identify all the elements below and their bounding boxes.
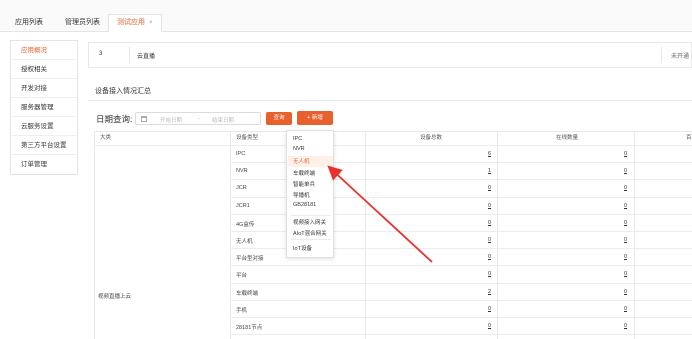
tab-admin-list[interactable]: 管理员列表 [56,14,109,32]
cell-online-link[interactable]: 0 [624,306,627,312]
device-type-dropdown: IPC NVR 无人机车载终端智能单兵导播机 GB28181 视频接入网关 AIoT混合网… [286,130,334,258]
divider [88,100,692,101]
dropdown-item[interactable]: IPC [293,136,302,142]
divider [291,215,331,216]
header-divider [94,145,692,146]
cell-total-link[interactable]: 0 [488,254,491,260]
cell-online-link[interactable]: 0 [624,168,627,174]
row-divider [230,317,692,318]
cell-total-link[interactable]: 0 [488,323,491,329]
cell-online-link[interactable]: 0 [624,203,627,209]
cell-online-link[interactable]: 0 [624,271,627,277]
dropdown-item[interactable]: 无人机 [293,157,310,165]
cell-device-type: NVR [236,168,248,175]
tab-label: 管理员列表 [65,19,100,26]
category-cell: 视频直播上云 [98,294,132,300]
cell-total-link[interactable]: 0 [488,185,491,191]
cell-total-link[interactable]: 0 [488,220,491,226]
tab-label: 测试应用 [117,19,145,26]
dropdown-item[interactable]: 视频接入网关 [293,218,326,226]
cell-total-link[interactable]: 0 [488,306,491,312]
divider [661,47,662,63]
divider [291,239,331,240]
row-divider [230,334,692,336]
section-title: 设备接入情况汇总 [95,88,151,95]
sidebar-item-auth[interactable]: 授权相关 [11,60,77,79]
header-total: 设备总数 [420,135,443,141]
cell-online-link[interactable]: 0 [624,151,627,157]
cell-total-link[interactable]: 2 [488,289,491,295]
table-border [94,131,95,339]
tab-test-app[interactable]: 测试应用 × [108,14,162,32]
cell-online-link[interactable]: 0 [624,254,627,260]
start-date-input[interactable]: 开始日期 [160,116,182,124]
cell-device-type: 平台 [236,273,248,280]
sidebar: 应用概况 授权相关 开发对接 服务器管理 云服务设置 第三方平台设置 订单管理 [10,40,78,175]
cell-device-type: JCR [236,185,247,192]
header-more: 百 [686,135,692,141]
end-date-input[interactable]: 结束日期 [212,116,234,124]
header-category: 大类 [100,135,112,141]
row-index: 3 [99,51,103,57]
cell-online-link[interactable]: 0 [624,289,627,295]
service-name: 云直播 [137,54,156,60]
tab-bar: 应用列表 管理员列表 测试应用 × [0,0,692,32]
dropdown-item[interactable]: 导播机 [293,191,310,199]
divider [129,47,130,63]
add-button[interactable]: + 新增 [297,111,333,125]
query-button[interactable]: 查询 [266,112,292,125]
sidebar-item-server[interactable]: 服务器管理 [11,98,77,117]
date-query-label: 日期查询: [96,114,133,124]
calendar-icon [141,116,147,122]
sidebar-item-third-party[interactable]: 第三方平台设置 [11,136,77,155]
dropdown-item[interactable]: 智能单兵 [293,180,315,188]
cell-online-link[interactable]: 0 [624,323,627,329]
cell-device-type: 车载终端 [236,290,259,297]
range-separator: - [198,116,200,122]
dropdown-item[interactable]: GB28181 [293,202,316,208]
service-row: 3 云直播 未开通 [88,42,692,68]
row-divider [230,282,692,284]
row-divider [230,265,692,267]
sidebar-item-cloud[interactable]: 云服务设置 [11,117,77,136]
row-divider [230,299,692,301]
cell-device-type: 无人机 [236,239,253,245]
cell-device-type: JCR1 [236,202,250,209]
dropdown-item[interactable]: IoT设备 [293,244,312,252]
service-status: 未开通 [670,54,689,60]
cell-device-type: 28181节点 [236,325,263,331]
cell-total-link[interactable]: 6 [488,151,491,157]
dropdown-item[interactable]: NVR [293,146,305,152]
cell-device-type: 平台型对接 [236,256,264,263]
cell-total-link[interactable]: 0 [488,203,491,209]
cell-total-link[interactable]: 0 [488,271,491,277]
cell-total-link[interactable]: 0 [488,237,491,243]
sidebar-item-orders[interactable]: 订单管理 [11,155,77,174]
tab-app-list[interactable]: 应用列表 [6,14,52,32]
close-icon[interactable]: × [149,20,153,26]
cell-total-link[interactable]: 1 [488,168,491,174]
sidebar-item-overview[interactable]: 应用概况 [11,41,77,60]
cell-online-link[interactable]: 0 [624,185,627,191]
header-online: 在线数量 [556,135,579,141]
cell-online-link[interactable]: 0 [624,220,627,226]
cell-device-type: 4G盒传 [236,221,255,228]
dropdown-item[interactable]: AIoT混合网关 [293,229,327,237]
tab-label: 应用列表 [15,19,43,26]
cell-device-type: 手机 [236,307,248,314]
dropdown-item[interactable]: 车载终端 [293,169,315,177]
sidebar-item-dev[interactable]: 开发对接 [11,79,77,98]
cell-device-type: IPC [236,151,246,157]
date-range-picker[interactable]: 开始日期 - 结束日期 [135,112,261,125]
header-device-type: 设备类型 [236,135,259,141]
cell-online-link[interactable]: 0 [624,237,627,243]
